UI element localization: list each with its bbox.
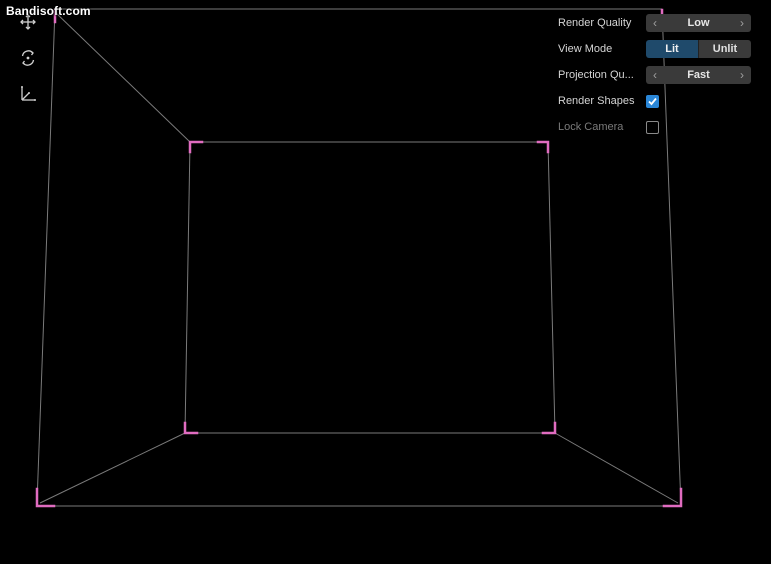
projection-quality-value: Fast xyxy=(687,69,710,81)
rotate-icon xyxy=(21,50,35,66)
view-mode-unlit-option[interactable]: Unlit xyxy=(699,40,751,58)
view-mode-label: View Mode xyxy=(558,43,613,55)
view-mode-row: View Mode Lit Unlit xyxy=(552,36,757,62)
projection-quality-label: Projection Qu... xyxy=(558,69,634,81)
chevron-left-icon[interactable]: ‹ xyxy=(646,16,664,30)
render-quality-selector[interactable]: ‹ Low › xyxy=(646,14,751,32)
chevron-right-icon[interactable]: › xyxy=(733,16,751,30)
wire-edge xyxy=(554,432,679,504)
render-quality-label: Render Quality xyxy=(558,17,632,29)
projection-quality-row: Projection Qu... ‹ Fast › xyxy=(552,62,757,88)
render-settings-panel: Render Quality ‹ Low › View Mode Lit Unl… xyxy=(552,10,757,140)
wire-edge xyxy=(39,432,186,504)
corner-marker xyxy=(541,421,557,435)
axis-icon xyxy=(21,86,36,101)
lock-camera-label: Lock Camera xyxy=(558,121,624,133)
axis-tool-button[interactable] xyxy=(17,83,39,105)
view-mode-toggle[interactable]: Lit Unlit xyxy=(646,40,751,58)
chevron-right-icon[interactable]: › xyxy=(733,68,751,82)
rotate-tool-button[interactable] xyxy=(17,47,39,69)
render-quality-row: Render Quality ‹ Low › xyxy=(552,10,757,36)
render-shapes-row: Render Shapes xyxy=(552,88,757,114)
watermark-text: Bandisoft.com xyxy=(6,4,91,18)
corner-marker xyxy=(536,140,550,154)
render-shapes-label: Render Shapes xyxy=(558,95,635,107)
view-mode-lit-option[interactable]: Lit xyxy=(646,40,698,58)
corner-marker xyxy=(188,140,204,154)
projection-quality-selector[interactable]: ‹ Fast › xyxy=(646,66,751,84)
lock-camera-row: Lock Camera xyxy=(552,114,757,140)
corner-marker xyxy=(662,487,683,508)
chevron-left-icon[interactable]: ‹ xyxy=(646,68,664,82)
corner-marker xyxy=(183,421,199,435)
3d-viewport[interactable]: Bandisoft.com Render Quality ‹ Low › Vie… xyxy=(0,0,771,564)
lock-camera-checkbox[interactable] xyxy=(646,120,659,134)
wire-edge xyxy=(36,8,56,504)
render-quality-value: Low xyxy=(687,17,710,29)
wire-edge xyxy=(54,11,191,143)
checkmark-icon xyxy=(648,97,657,105)
render-shapes-checkbox[interactable] xyxy=(646,94,659,108)
wire-edge xyxy=(547,141,556,434)
wire-edge xyxy=(184,141,191,434)
